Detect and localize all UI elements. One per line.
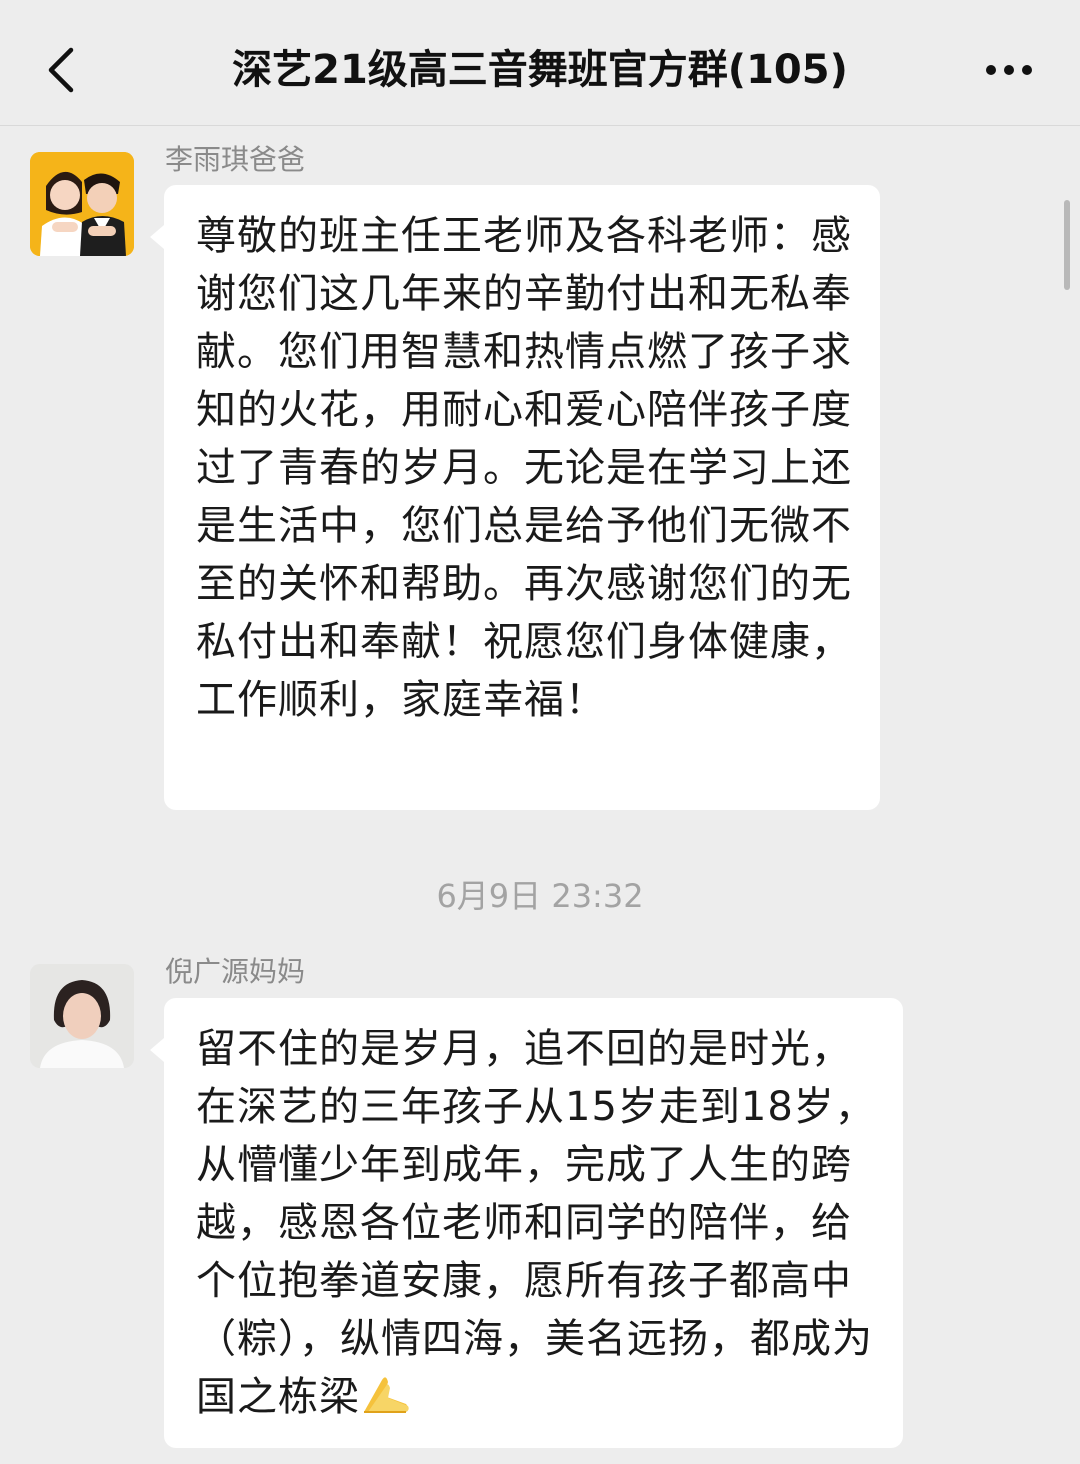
- more-button[interactable]: [976, 50, 1042, 90]
- message-bubble[interactable]: 尊敬的班主任王老师及各科老师：感谢您们这几年来的辛勤付出和无私奉献。您们用智慧和…: [150, 185, 880, 810]
- more-dots-icon: [986, 65, 1032, 75]
- chat-header: 深艺21级高三音舞班官方群(105): [0, 0, 1080, 126]
- chevron-left-icon: [48, 47, 74, 93]
- avatar-woman: [30, 964, 134, 1068]
- sender-name: 李雨琪爸爸: [165, 143, 306, 176]
- message-text-content: 留不住的是岁月，追不回的是时光，在深艺的三年孩子从15岁走到18岁，从懵懂少年到…: [196, 1026, 876, 1420]
- message-text: 留不住的是岁月，追不回的是时光，在深艺的三年孩子从15岁走到18岁，从懵懂少年到…: [196, 1020, 880, 1426]
- message-bubble[interactable]: 留不住的是岁月，追不回的是时光，在深艺的三年孩子从15岁走到18岁，从懵懂少年到…: [150, 998, 903, 1448]
- sender-avatar[interactable]: [30, 964, 134, 1068]
- avatar-two-children: [30, 152, 134, 256]
- message-text: 尊敬的班主任王老师及各科老师：感谢您们这几年来的辛勤付出和无私奉献。您们用智慧和…: [196, 213, 852, 723]
- back-button[interactable]: [30, 38, 90, 102]
- scrollbar[interactable]: [1064, 200, 1070, 290]
- chat-title: 深艺21级高三音舞班官方群(105): [232, 47, 848, 93]
- timestamp: 6月9日 23:32: [436, 877, 644, 915]
- folded-hands-icon: [364, 1377, 409, 1413]
- sender-name: 倪广源妈妈: [165, 955, 306, 988]
- sender-avatar[interactable]: [30, 152, 134, 256]
